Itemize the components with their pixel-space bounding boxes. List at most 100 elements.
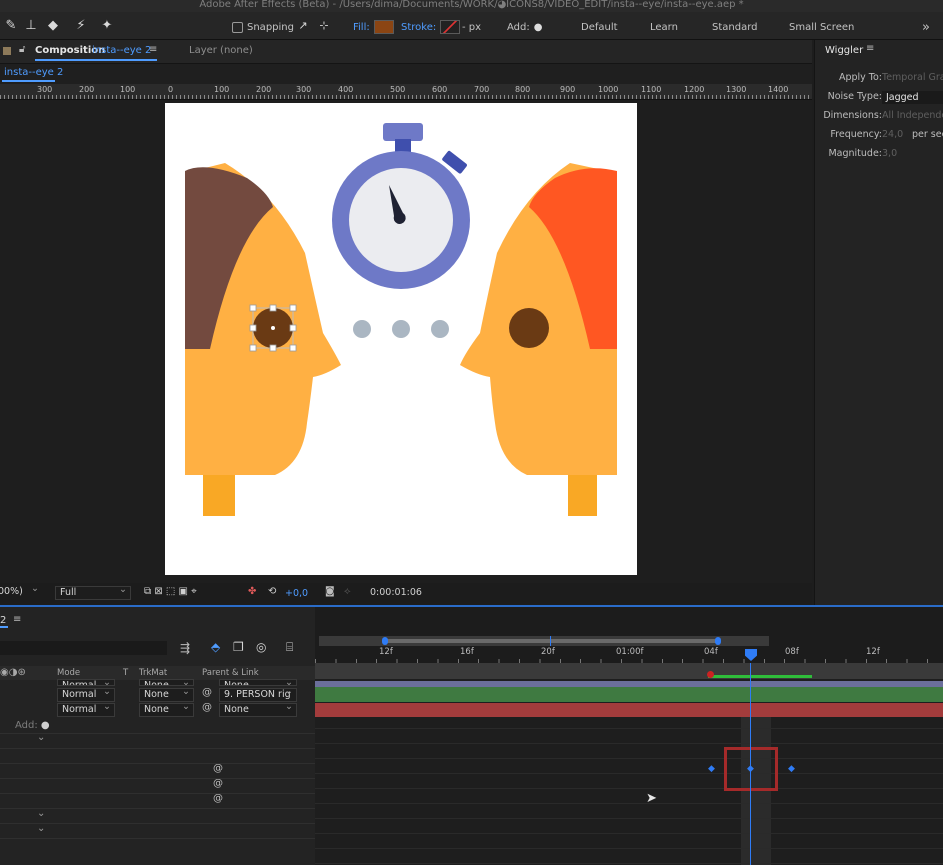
more-workspaces-icon[interactable]: » bbox=[922, 19, 930, 35]
time-navigator[interactable] bbox=[319, 636, 769, 646]
ruler-label: 1300 bbox=[726, 85, 747, 94]
work-area-end-handle[interactable] bbox=[715, 637, 721, 645]
layer-search-input[interactable] bbox=[0, 641, 167, 655]
magnitude-value[interactable]: 3,0 bbox=[882, 148, 897, 159]
stroke-control[interactable]: Stroke: bbox=[401, 19, 461, 35]
panel-menu-icon[interactable]: ≡ bbox=[866, 43, 874, 54]
layer-2-trkmat[interactable]: None bbox=[139, 686, 194, 702]
resolution-dropdown[interactable]: Full bbox=[55, 584, 131, 600]
time-ruler-label: 12f bbox=[866, 647, 880, 657]
layer-1-mode[interactable]: Normal bbox=[57, 679, 115, 686]
exposure-reset-icon[interactable]: ⟲ bbox=[268, 586, 276, 597]
layer-3-trkmat[interactable]: None bbox=[139, 701, 194, 717]
time-ruler-label: 08f bbox=[785, 647, 799, 657]
motion-blur-icon[interactable]: ◎ bbox=[256, 640, 266, 654]
preview-toggles-icons[interactable]: ⧉ ⊠ ⬚ ▣ ⌖ bbox=[144, 586, 197, 597]
composition-name[interactable]: insta--eye 2 bbox=[92, 45, 151, 56]
current-frame-highlight bbox=[741, 717, 771, 865]
layer-2-pickwhip-icon[interactable]: @ bbox=[202, 687, 212, 698]
workspace-default[interactable]: Default bbox=[581, 19, 618, 35]
lock-icon[interactable]: 🔓︎ bbox=[19, 44, 25, 55]
snapping-checkbox-icon[interactable] bbox=[232, 21, 243, 33]
property-3-pickwhip-icon[interactable]: @ bbox=[213, 793, 223, 804]
layer-3-bar[interactable] bbox=[315, 703, 943, 717]
clone-stamp-icon[interactable]: ⊥ bbox=[22, 17, 40, 35]
comp-flowchart-icon[interactable]: ⇶ bbox=[180, 641, 190, 655]
layer-2-parent[interactable]: 9. PERSON rig bbox=[219, 686, 297, 702]
ruler-label: 400 bbox=[338, 85, 354, 94]
channel-icon[interactable]: ✤ bbox=[248, 586, 256, 597]
composition-canvas[interactable] bbox=[165, 103, 637, 575]
snapping-toggle[interactable]: Snapping bbox=[232, 19, 294, 35]
frame-blending-icon[interactable]: ❐ bbox=[233, 640, 244, 654]
graph-editor-icon[interactable]: ⌸ bbox=[286, 640, 293, 655]
apply-to-dropdown[interactable]: Temporal Graph bbox=[882, 72, 943, 83]
ruler-label: 900 bbox=[560, 85, 576, 94]
roto-brush-icon[interactable]: ⚡ bbox=[72, 17, 90, 35]
current-timecode[interactable]: 0:00:01:06 bbox=[370, 587, 422, 598]
time-ruler-background[interactable] bbox=[315, 663, 943, 679]
layer-tab[interactable]: Layer (none) bbox=[189, 45, 253, 56]
snap-edges-icon[interactable]: ↗ bbox=[294, 17, 312, 35]
snapshot-icon[interactable]: ◙ bbox=[325, 586, 335, 597]
keyframe-prev[interactable]: ◆ bbox=[708, 764, 715, 774]
right-person bbox=[460, 163, 617, 516]
layer-3-parent[interactable]: None bbox=[219, 701, 297, 717]
stroke-color-swatch[interactable] bbox=[440, 20, 461, 34]
layer-1-trkmat[interactable]: None bbox=[139, 679, 194, 686]
layer-3-mode[interactable]: Normal bbox=[57, 701, 115, 717]
keyframe-next[interactable]: ◆ bbox=[788, 764, 795, 774]
fill-control[interactable]: Fill: bbox=[353, 19, 394, 35]
workspace-standard[interactable]: Standard bbox=[712, 19, 758, 35]
zoom-dropdown[interactable]: 00%) bbox=[0, 583, 42, 600]
work-area-start-handle[interactable] bbox=[382, 637, 388, 645]
current-time-indicator-line[interactable] bbox=[750, 663, 751, 865]
shy-layers-icon[interactable]: ⬘ bbox=[211, 640, 220, 654]
exposure-value[interactable]: +0,0 bbox=[285, 588, 308, 599]
property-1-pickwhip-icon[interactable]: @ bbox=[213, 763, 223, 774]
t-column-header[interactable]: T bbox=[123, 668, 128, 678]
panel-menu-icon[interactable]: ≡ bbox=[13, 614, 21, 625]
layer-2-mode[interactable]: Normal bbox=[57, 686, 115, 702]
puppet-pin-icon[interactable]: ✦ bbox=[98, 17, 116, 35]
ruler-label: 300 bbox=[37, 85, 53, 94]
noise-type-dropdown[interactable]: Jagged bbox=[882, 91, 943, 104]
anchor-point[interactable] bbox=[271, 326, 275, 330]
frequency-unit: per second bbox=[912, 129, 943, 140]
thinking-dot-2 bbox=[392, 320, 410, 338]
parent-link-column-header[interactable]: Parent & Link bbox=[202, 668, 259, 678]
frequency-value[interactable]: 24,0 bbox=[882, 129, 903, 140]
timeline-tracks[interactable]: ◆ ◆ ◆ ➤ bbox=[315, 663, 943, 865]
timeline-tab[interactable]: 2 bbox=[0, 615, 6, 626]
add-circle-icon[interactable]: ● bbox=[41, 720, 50, 731]
layer-1-parent[interactable]: None bbox=[219, 679, 297, 686]
mouse-cursor-icon: ➤ bbox=[646, 791, 657, 806]
add-property-control[interactable]: Add: ● bbox=[15, 720, 50, 731]
show-snapshot-icon[interactable]: ⟡ bbox=[344, 586, 351, 597]
snap-grid-icon[interactable]: ⊹ bbox=[315, 17, 333, 35]
frequency-row: Frequency: 24,0 per second bbox=[815, 129, 943, 145]
mode-column-header[interactable]: Mode bbox=[57, 668, 80, 678]
cache-marker bbox=[707, 671, 714, 678]
brush-tool-icon[interactable]: ✎ bbox=[2, 17, 20, 35]
add-control[interactable]: Add: ● bbox=[507, 19, 542, 35]
layer-2-bar[interactable] bbox=[315, 687, 943, 702]
layer-3-pickwhip-icon[interactable]: @ bbox=[202, 702, 212, 713]
fill-color-swatch[interactable] bbox=[373, 20, 394, 34]
composition-breadcrumb[interactable]: insta--eye 2 bbox=[4, 67, 63, 78]
dimensions-dropdown[interactable]: All Independently bbox=[882, 110, 943, 121]
expand-chevron-icon[interactable]: ⌄ bbox=[37, 823, 45, 834]
navigator-cti-marker bbox=[550, 636, 551, 646]
workspace-small-screen[interactable]: Small Screen bbox=[789, 19, 854, 35]
add-circle-icon[interactable]: ● bbox=[534, 22, 543, 33]
apply-to-label: Apply To: bbox=[838, 72, 882, 83]
panel-menu-icon[interactable]: ≡ bbox=[149, 44, 157, 55]
expand-chevron-icon[interactable]: ⌄ bbox=[37, 808, 45, 819]
property-2-pickwhip-icon[interactable]: @ bbox=[213, 778, 223, 789]
work-area-bar[interactable] bbox=[385, 639, 719, 643]
stroke-width[interactable]: - px bbox=[462, 19, 481, 35]
highlight-box bbox=[724, 747, 778, 791]
workspace-learn[interactable]: Learn bbox=[650, 19, 678, 35]
eraser-tool-icon[interactable]: ◆ bbox=[44, 17, 62, 35]
trkmat-column-header[interactable]: TrkMat bbox=[139, 668, 167, 678]
